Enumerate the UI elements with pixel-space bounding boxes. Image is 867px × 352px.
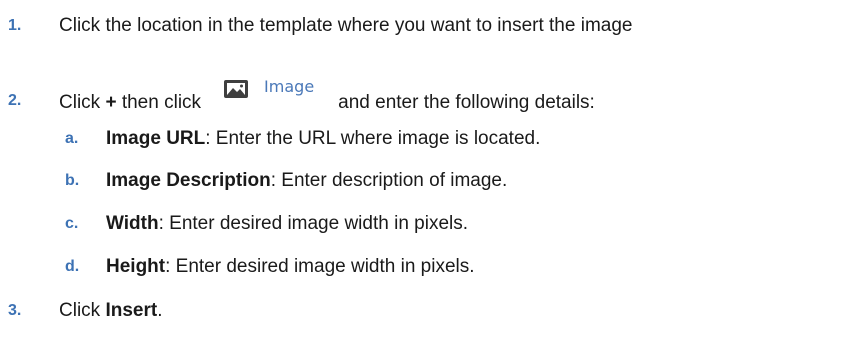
detail-text: Image Description: Enter description of … xyxy=(106,170,507,192)
step-text: Click Insert. xyxy=(59,300,162,322)
plus-symbol: + xyxy=(105,92,117,113)
detail-letter: c. xyxy=(65,215,79,232)
detail-letter: d. xyxy=(65,258,80,275)
step-number: 1. xyxy=(8,17,22,34)
detail-letter: b. xyxy=(65,172,80,189)
step-text: Click the location in the template where… xyxy=(59,15,633,36)
insert-label: Insert xyxy=(105,300,158,321)
detail-description: : Enter desired image width in pixels. xyxy=(165,256,475,277)
step-number: 3. xyxy=(8,302,22,319)
step-number: 2. xyxy=(8,92,22,109)
image-icon xyxy=(224,80,249,98)
detail-description: : Enter desired image width in pixels. xyxy=(158,213,469,234)
detail-letter: a. xyxy=(65,130,79,147)
detail-label: Height xyxy=(106,256,166,277)
step-prefix: Click xyxy=(59,92,106,113)
detail-label: Width xyxy=(106,213,159,234)
detail-label: Image Description xyxy=(106,170,271,191)
detail-text: Width: Enter desired image width in pixe… xyxy=(106,213,468,235)
detail-text: Height: Enter desired image width in pix… xyxy=(106,256,475,278)
image-button[interactable]: Image xyxy=(223,76,315,99)
detail-description: : Enter description of image. xyxy=(270,170,508,191)
detail-description: : Enter the URL where image is located. xyxy=(205,128,541,149)
step-suffix: and enter the following details: xyxy=(338,92,595,113)
step-prefix: Click xyxy=(59,300,106,321)
instruction-document: 1. Click the location in the template wh… xyxy=(0,0,867,352)
step-text: Click + then click Image and enter the f… xyxy=(59,77,595,114)
step-middle: then click xyxy=(116,92,202,113)
detail-text: Image URL: Enter the URL where image is … xyxy=(106,128,540,150)
detail-label: Image URL xyxy=(106,128,206,149)
image-button-label: Image xyxy=(264,76,315,96)
step-suffix: . xyxy=(157,300,163,321)
